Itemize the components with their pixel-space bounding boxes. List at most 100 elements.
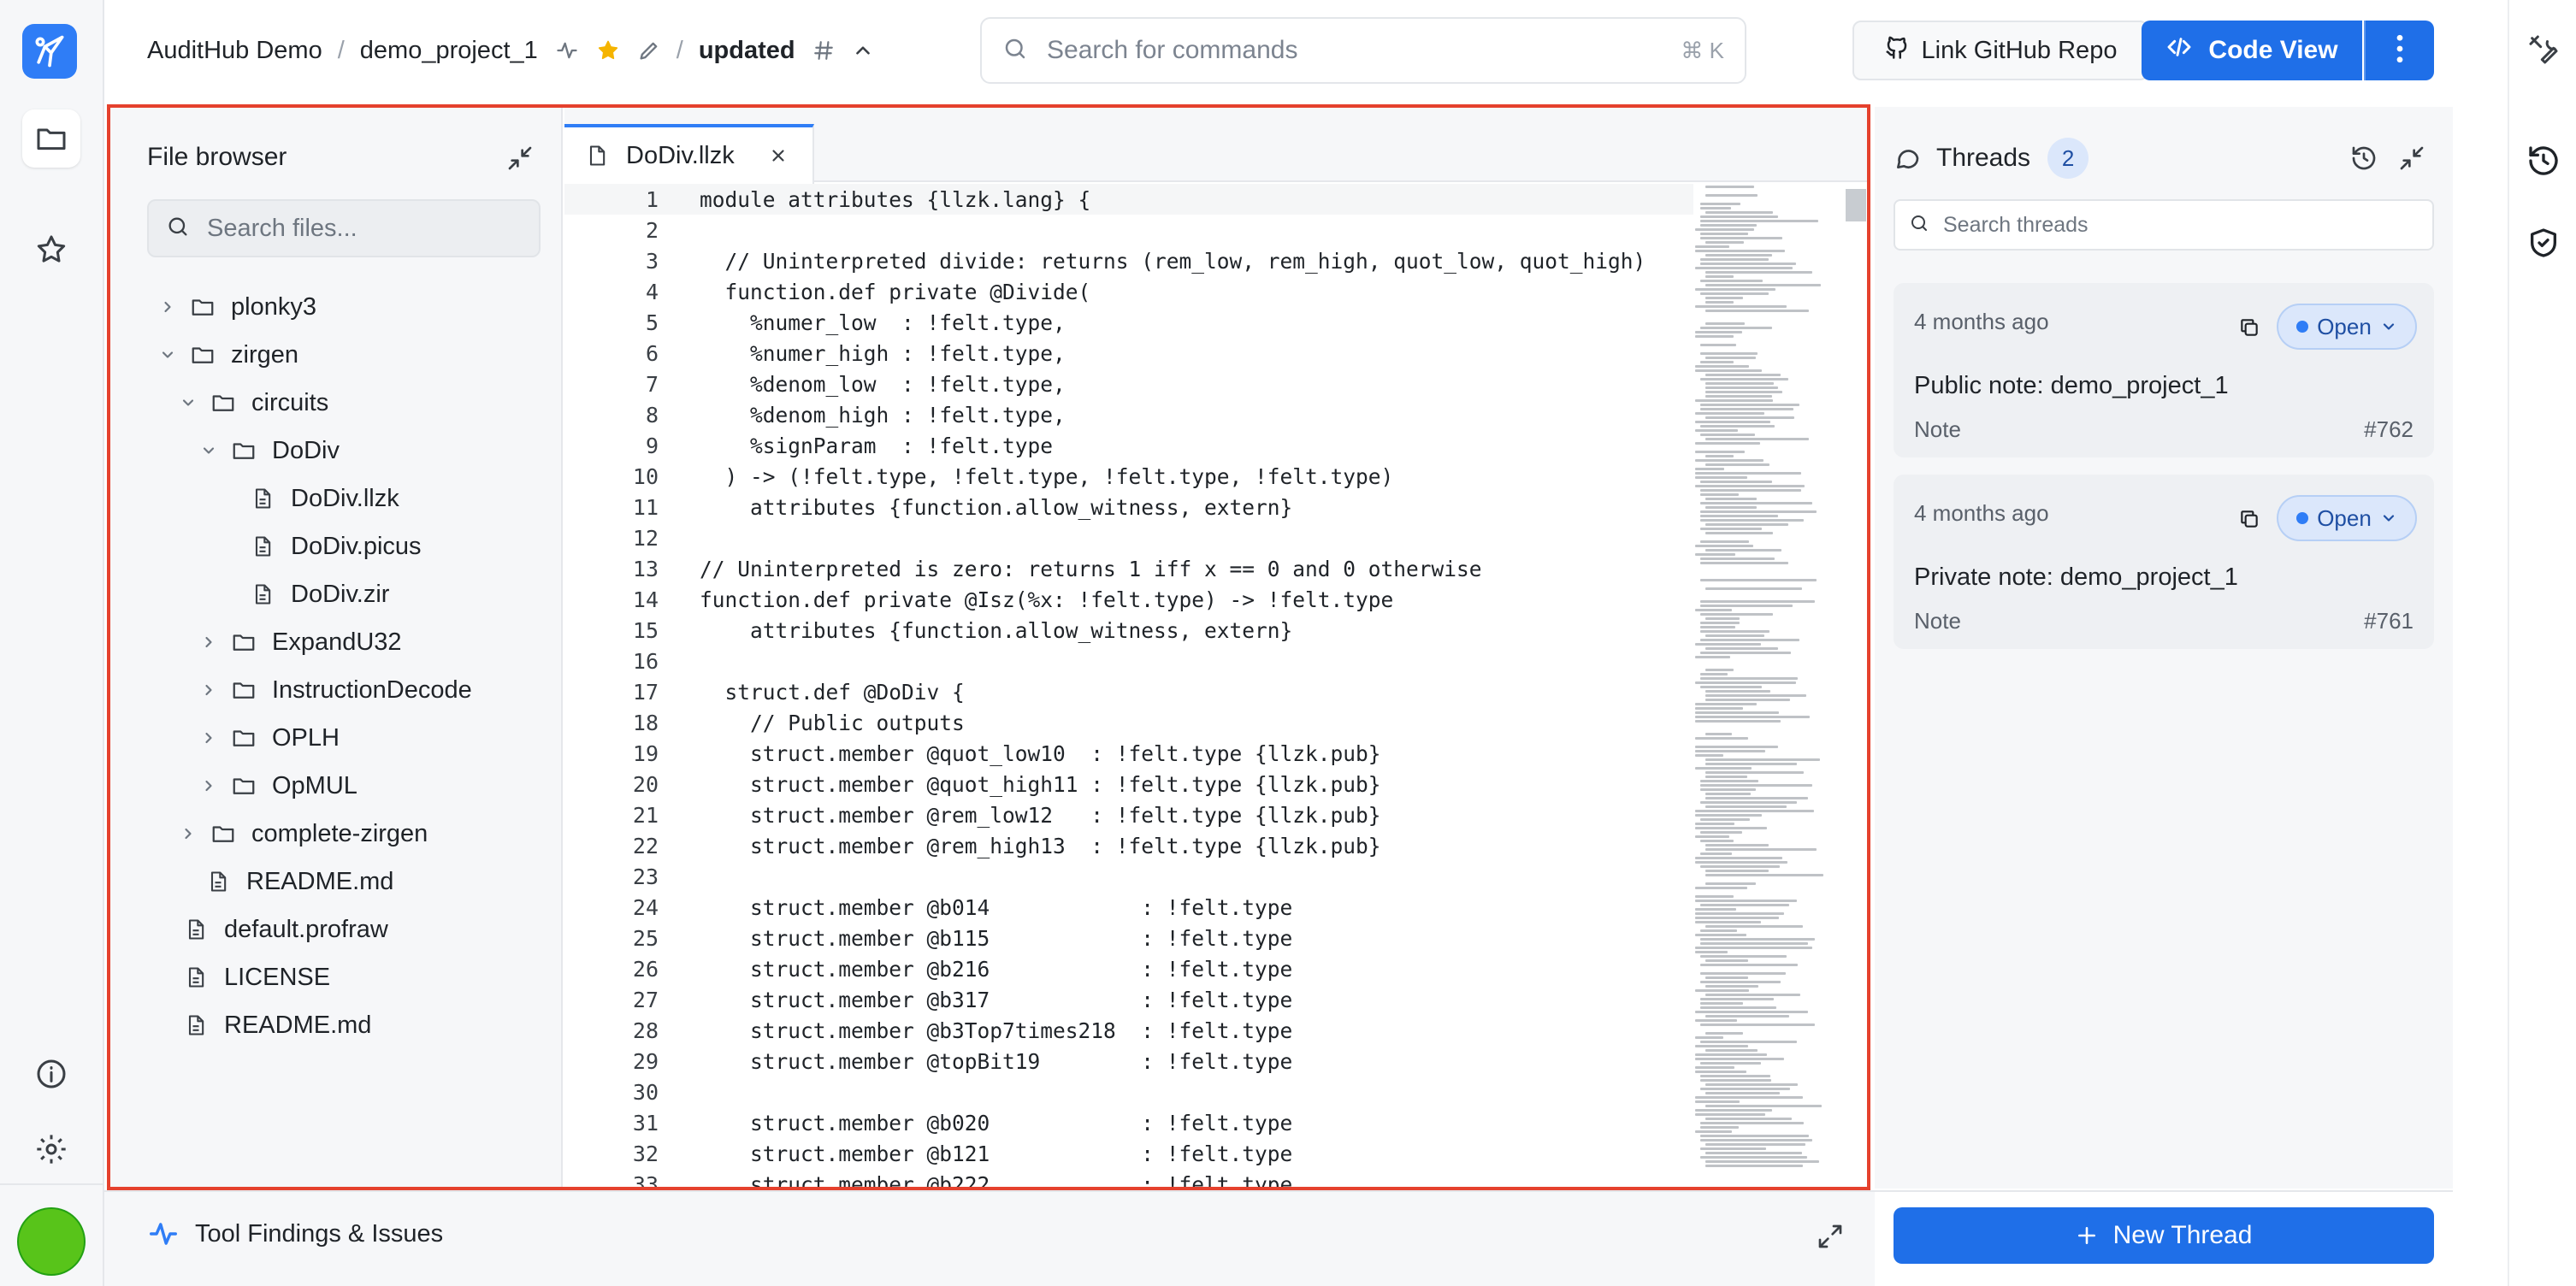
chevron-right-icon[interactable]: [198, 680, 219, 700]
code-line[interactable]: 15 attributes {function.allow_witness, e…: [564, 615, 1693, 646]
code-line[interactable]: 24 struct.member @b014 : !felt.type: [564, 892, 1693, 923]
expand-icon[interactable]: [1813, 1219, 1847, 1254]
settings-gear-icon[interactable]: [22, 1120, 80, 1178]
history-icon[interactable]: [2347, 141, 2381, 175]
tool-findings-toggle[interactable]: Tool Findings & Issues: [147, 1218, 443, 1250]
code-line[interactable]: 6 %numer_high : !felt.type,: [564, 338, 1693, 369]
star-nav-icon[interactable]: [22, 221, 80, 279]
tree-file[interactable]: DoDiv.llzk: [248, 478, 399, 519]
tree-folder[interactable]: zirgen: [157, 334, 298, 375]
code-line[interactable]: 13 // Uninterpreted is zero: returns 1 if…: [564, 553, 1693, 584]
link-github-repo-button[interactable]: Link GitHub Repo: [1852, 21, 2148, 80]
files-nav-icon[interactable]: [22, 109, 80, 168]
code-line[interactable]: 12: [564, 522, 1693, 553]
copy-icon[interactable]: [2236, 505, 2263, 533]
tree-file[interactable]: default.profraw: [181, 909, 388, 950]
code-line[interactable]: 14 function.def private @Isz(%x: !felt.ty…: [564, 584, 1693, 615]
code-line[interactable]: 5 %numer_low : !felt.type,: [564, 307, 1693, 338]
app-logo-icon[interactable]: [22, 24, 77, 79]
tools-wrench-icon[interactable]: [2526, 32, 2561, 67]
collapse-icon[interactable]: [503, 141, 537, 175]
command-search-input[interactable]: [1047, 36, 1681, 65]
history-refresh-icon[interactable]: [2526, 144, 2561, 178]
activity-icon[interactable]: [555, 38, 579, 62]
code-view-button[interactable]: Code View: [2142, 21, 2362, 80]
breadcrumb-version[interactable]: updated: [699, 37, 795, 65]
shield-icon[interactable]: [2526, 226, 2561, 260]
close-icon[interactable]: [766, 144, 790, 168]
user-avatar[interactable]: [17, 1207, 86, 1276]
breadcrumb-project[interactable]: demo_project_1: [360, 37, 538, 65]
tree-folder[interactable]: InstructionDecode: [198, 670, 472, 711]
code-line[interactable]: 18 // Public outputs: [564, 707, 1693, 738]
tree-folder[interactable]: OpMUL: [198, 765, 357, 806]
info-icon[interactable]: [22, 1045, 80, 1103]
collapse-icon[interactable]: [2395, 141, 2429, 175]
copy-icon[interactable]: [2236, 314, 2263, 341]
code-line[interactable]: 26 struct.member @b216 : !felt.type: [564, 953, 1693, 984]
favorite-star-icon[interactable]: [596, 38, 620, 62]
editor-tab[interactable]: DoDiv.llzk: [564, 124, 814, 184]
thread-card[interactable]: 4 months ago Open Private note: demo_pro…: [1894, 475, 2434, 649]
chevron-right-icon[interactable]: [178, 823, 198, 844]
code-line[interactable]: 30: [564, 1077, 1693, 1107]
file-search-input[interactable]: [207, 214, 529, 243]
chevron-up-icon[interactable]: [852, 39, 874, 62]
tree-folder[interactable]: plonky3: [157, 286, 316, 327]
chevron-right-icon[interactable]: [198, 632, 219, 652]
code-area[interactable]: 1 module attributes {llzk.lang} {2 3 // Un…: [564, 184, 1693, 1189]
status-dropdown[interactable]: Open: [2277, 304, 2417, 350]
tree-folder[interactable]: DoDiv: [198, 430, 340, 471]
tree-folder[interactable]: circuits: [178, 382, 328, 423]
new-thread-button[interactable]: New Thread: [1894, 1207, 2434, 1264]
code-line[interactable]: 3 // Uninterpreted divide: returns (rem_…: [564, 245, 1693, 276]
code-line[interactable]: 17 struct.def @DoDiv {: [564, 676, 1693, 707]
breadcrumb-org[interactable]: AuditHub Demo: [147, 37, 322, 65]
more-options-button[interactable]: [2364, 21, 2434, 80]
chevron-down-icon[interactable]: [157, 345, 178, 365]
tree-folder[interactable]: complete-zirgen: [178, 813, 428, 854]
tree-file[interactable]: README.md: [204, 861, 393, 902]
code-minimap[interactable]: [1695, 186, 1849, 1186]
hash-icon[interactable]: [812, 39, 835, 62]
code-line[interactable]: 33 struct.member @b222 : !felt.type: [564, 1169, 1693, 1189]
findings-bar[interactable]: Tool Findings & Issues: [104, 1190, 1875, 1286]
code-line[interactable]: 9 %signParam : !felt.type: [564, 430, 1693, 461]
thread-search-box[interactable]: [1894, 199, 2434, 251]
thread-search-input[interactable]: [1943, 212, 2419, 238]
code-line[interactable]: 32 struct.member @b121 : !felt.type: [564, 1138, 1693, 1169]
code-line[interactable]: 10 ) -> (!felt.type, !felt.type, !felt.t…: [564, 461, 1693, 492]
tree-folder[interactable]: ExpandU32: [198, 622, 402, 663]
chevron-right-icon[interactable]: [198, 728, 219, 748]
tree-file[interactable]: DoDiv.picus: [248, 526, 422, 567]
code-line[interactable]: 23: [564, 861, 1693, 892]
chevron-down-icon[interactable]: [198, 440, 219, 461]
code-line[interactable]: 19 struct.member @quot_low10 : !felt.typ…: [564, 738, 1693, 769]
code-line[interactable]: 1 module attributes {llzk.lang} {: [564, 184, 1693, 215]
code-line[interactable]: 2: [564, 215, 1693, 245]
chevron-right-icon[interactable]: [198, 776, 219, 796]
code-line[interactable]: 27 struct.member @b317 : !felt.type: [564, 984, 1693, 1015]
code-line[interactable]: 20 struct.member @quot_high11 : !felt.ty…: [564, 769, 1693, 799]
code-line[interactable]: 22 struct.member @rem_high13 : !felt.typ…: [564, 830, 1693, 861]
code-line[interactable]: 31 struct.member @b020 : !felt.type: [564, 1107, 1693, 1138]
status-dropdown[interactable]: Open: [2277, 495, 2417, 541]
tree-file[interactable]: README.md: [181, 1005, 371, 1046]
code-line[interactable]: 21 struct.member @rem_low12 : !felt.type…: [564, 799, 1693, 830]
tree-file[interactable]: DoDiv.zir: [248, 574, 389, 615]
editor-scrollbar[interactable]: [1846, 189, 1866, 221]
code-line[interactable]: 8 %denom_high : !felt.type,: [564, 399, 1693, 430]
file-search-box[interactable]: [147, 199, 541, 257]
thread-card[interactable]: 4 months ago Open Public note: demo_proj…: [1894, 283, 2434, 457]
command-search[interactable]: ⌘ K: [980, 17, 1746, 84]
tree-folder[interactable]: OPLH: [198, 717, 340, 758]
code-line[interactable]: 7 %denom_low : !felt.type,: [564, 369, 1693, 399]
edit-pencil-icon[interactable]: [637, 38, 661, 62]
code-line[interactable]: 25 struct.member @b115 : !felt.type: [564, 923, 1693, 953]
code-line[interactable]: 29 struct.member @topBit19 : !felt.type: [564, 1046, 1693, 1077]
tree-file[interactable]: LICENSE: [181, 957, 330, 998]
code-line[interactable]: 28 struct.member @b3Top7times218 : !felt…: [564, 1015, 1693, 1046]
chevron-down-icon[interactable]: [178, 392, 198, 413]
code-line[interactable]: 11 attributes {function.allow_witness, e…: [564, 492, 1693, 522]
code-line[interactable]: 16: [564, 646, 1693, 676]
